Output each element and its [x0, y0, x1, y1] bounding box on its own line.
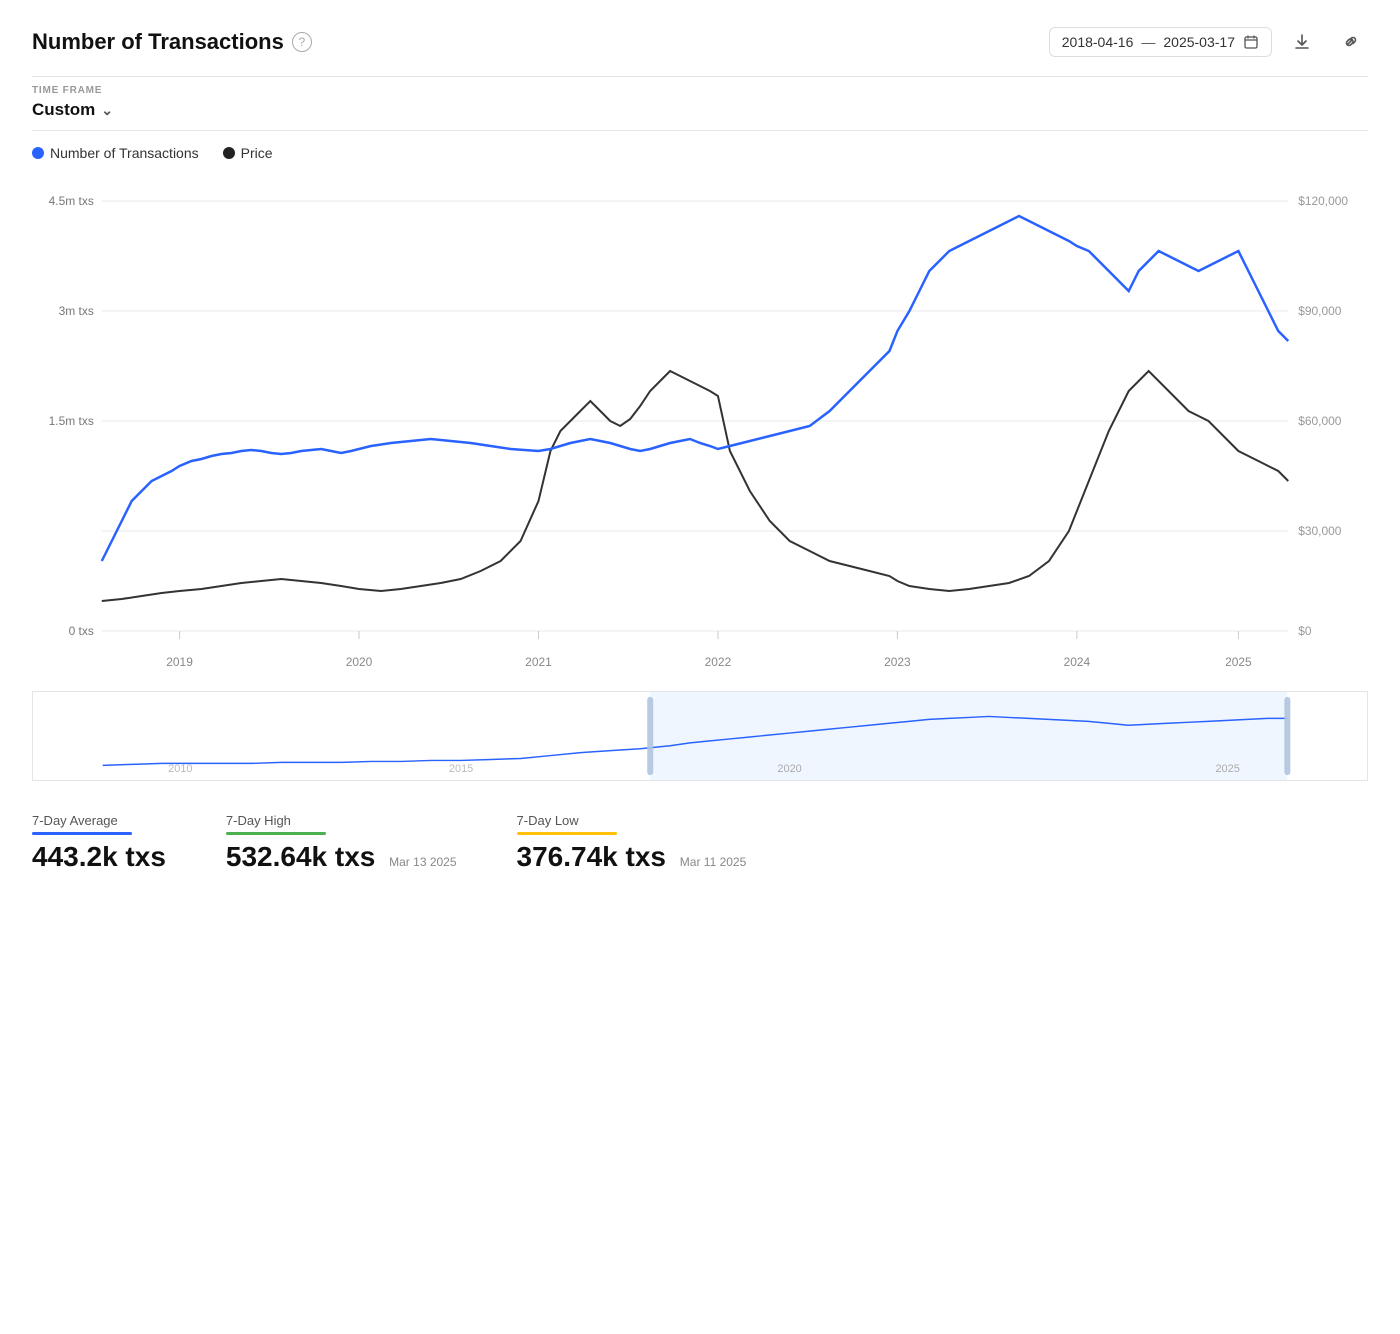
svg-text:$60,000: $60,000: [1298, 414, 1342, 428]
legend-dot-price: [223, 147, 235, 159]
chart-legend: Number of Transactions Price: [32, 145, 1368, 161]
date-start: 2018-04-16: [1062, 34, 1134, 50]
legend-label-price: Price: [241, 145, 273, 161]
svg-text:$0: $0: [1298, 624, 1312, 638]
mini-chart[interactable]: 2010 2015 2020 2025: [32, 691, 1368, 781]
mini-chart-svg: 2010 2015 2020 2025: [33, 692, 1367, 780]
date-end: 2025-03-17: [1163, 34, 1235, 50]
help-icon[interactable]: ?: [292, 32, 312, 52]
main-chart-svg: 4.5m txs 3m txs 1.5m txs 0 txs $120,000 …: [32, 171, 1368, 691]
stat-7day-high: 7-Day High 532.64k txs Mar 13 2025: [226, 813, 457, 873]
main-chart: 4.5m txs 3m txs 1.5m txs 0 txs $120,000 …: [32, 171, 1368, 691]
svg-text:2025: 2025: [1215, 763, 1239, 775]
timeframe-label: TIME FRAME: [32, 85, 1368, 96]
svg-text:0 txs: 0 txs: [69, 624, 94, 638]
stat-avg-value: 443.2k txs: [32, 841, 166, 873]
svg-text:2022: 2022: [705, 655, 732, 669]
svg-text:$90,000: $90,000: [1298, 304, 1342, 318]
legend-label-transactions: Number of Transactions: [50, 145, 199, 161]
svg-text:2025: 2025: [1225, 655, 1252, 669]
stat-high-label: 7-Day High: [226, 813, 457, 828]
svg-text:2020: 2020: [777, 763, 801, 775]
stat-low-label: 7-Day Low: [517, 813, 747, 828]
stat-high-value: 532.64k txs Mar 13 2025: [226, 841, 457, 873]
stat-avg-line: [32, 832, 132, 835]
svg-text:2021: 2021: [525, 655, 552, 669]
stat-low-line: [517, 832, 617, 835]
svg-text:2019: 2019: [166, 655, 193, 669]
page-title: Number of Transactions: [32, 29, 284, 55]
timeframe-value: Custom: [32, 100, 95, 120]
date-range-picker[interactable]: 2018-04-16 — 2025-03-17: [1049, 27, 1272, 57]
svg-text:2023: 2023: [884, 655, 911, 669]
svg-text:2010: 2010: [168, 763, 192, 775]
svg-text:$120,000: $120,000: [1298, 194, 1348, 208]
link-button[interactable]: [1332, 24, 1368, 60]
svg-text:2015: 2015: [449, 763, 473, 775]
chevron-down-icon: ⌄: [101, 102, 113, 119]
svg-text:2024: 2024: [1064, 655, 1091, 669]
stat-low-value: 376.74k txs Mar 11 2025: [517, 841, 747, 873]
legend-transactions: Number of Transactions: [32, 145, 199, 161]
timeframe-select[interactable]: Custom ⌄: [32, 100, 1368, 120]
svg-text:3m txs: 3m txs: [59, 304, 94, 318]
svg-text:1.5m txs: 1.5m txs: [49, 414, 94, 428]
price-line: [102, 371, 1288, 601]
legend-price: Price: [223, 145, 273, 161]
stat-7day-low: 7-Day Low 376.74k txs Mar 11 2025: [517, 813, 747, 873]
timeframe-bar: TIME FRAME Custom ⌄: [32, 76, 1368, 131]
transactions-line: [102, 216, 1288, 561]
legend-dot-transactions: [32, 147, 44, 159]
stat-high-date: Mar 13 2025: [389, 855, 456, 869]
calendar-icon: [1243, 34, 1259, 50]
stats-row: 7-Day Average 443.2k txs 7-Day High 532.…: [32, 813, 1368, 873]
stat-7day-avg: 7-Day Average 443.2k txs: [32, 813, 166, 873]
svg-text:4.5m txs: 4.5m txs: [49, 194, 94, 208]
stat-high-line: [226, 832, 326, 835]
stat-avg-label: 7-Day Average: [32, 813, 166, 828]
svg-text:$30,000: $30,000: [1298, 524, 1342, 538]
stat-low-date: Mar 11 2025: [680, 855, 747, 869]
download-button[interactable]: [1284, 24, 1320, 60]
svg-text:2020: 2020: [346, 655, 373, 669]
date-dash: —: [1141, 34, 1155, 50]
